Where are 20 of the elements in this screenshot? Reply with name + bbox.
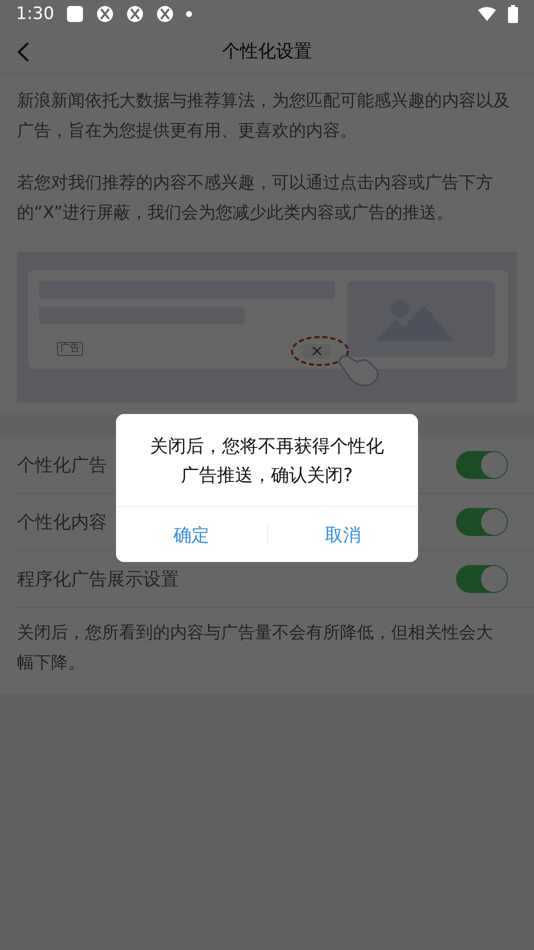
description-text: 新浪新闻依托大数据与推荐算法，为您匹配可能感兴趣的内容以及广告，旨在为您提供更有用、更喜欢的内容。 <box>17 90 511 143</box>
toggle-switch[interactable] <box>456 565 508 593</box>
back-icon[interactable] <box>16 41 30 63</box>
description-text: 若您对我们推荐的内容不感兴趣，可以通过点击内容或广告下方的“X”进行屏蔽，我们会为您减少此类内容或广告的推送。 <box>17 172 494 225</box>
toggle-switch[interactable] <box>456 451 508 479</box>
setting-label: 程序化广告展示设置 <box>17 568 179 591</box>
toggle-switch[interactable] <box>456 508 508 536</box>
setting-label: 个性化内容 <box>17 511 107 534</box>
wifi-icon <box>478 7 496 21</box>
dialog-message: 关闭后，您将不再获得个性化广告推送，确认关闭? <box>149 435 385 488</box>
cancel-button[interactable]: 取消 <box>268 507 418 562</box>
dot-icon <box>186 11 192 17</box>
footer-note: 关闭后，您所看到的内容与广告量不会有所降低，但相关性会大幅下降。 <box>17 622 494 675</box>
confirm-button[interactable]: 确定 <box>116 507 266 562</box>
status-time: 1:30 <box>16 4 54 24</box>
ad-tag: 广告 <box>57 342 83 356</box>
notification-icon <box>66 5 84 23</box>
battery-icon <box>508 5 518 23</box>
setting-label: 个性化广告 <box>17 454 107 477</box>
page-title: 个性化设置 <box>222 40 312 62</box>
